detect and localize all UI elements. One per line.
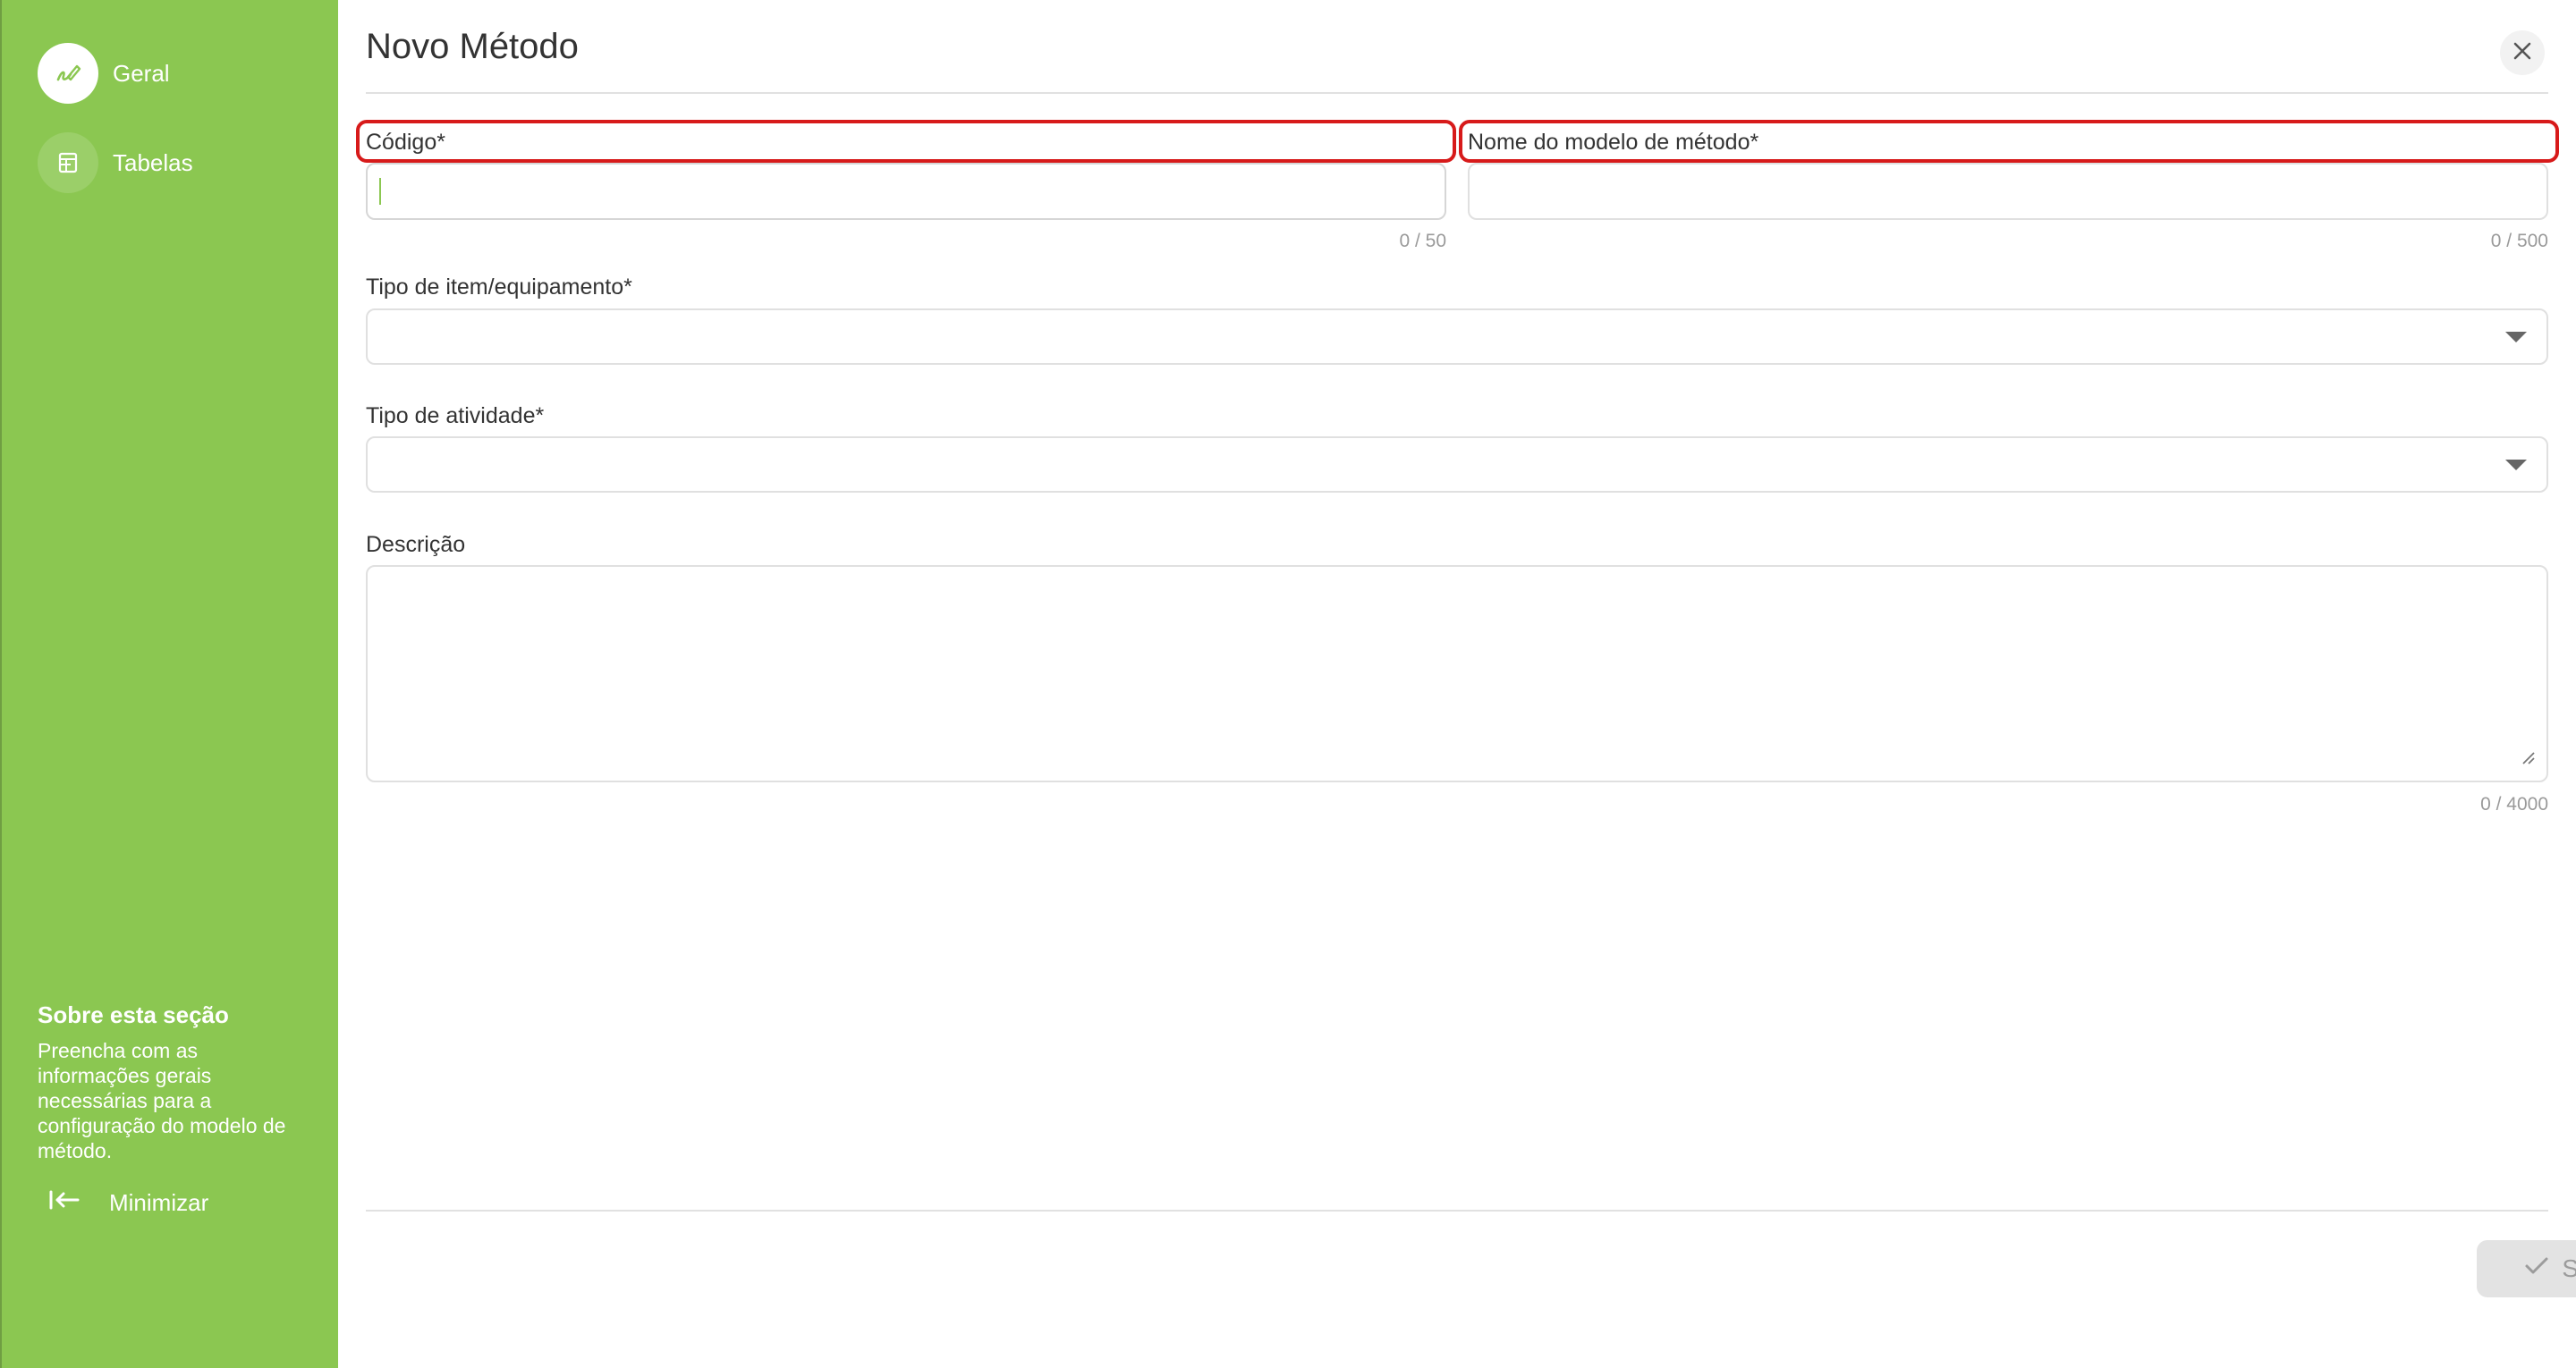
close-button[interactable] <box>2500 30 2545 75</box>
tipo-atividade-label: Tipo de atividade* <box>366 403 545 428</box>
minimize-label: Minimizar <box>109 1189 209 1216</box>
sidebar: Geral Tabelas Sobre esta seção Preencha … <box>0 0 338 1368</box>
tipo-item-label: Tipo de item/equipamento* <box>366 274 632 300</box>
descricao-counter: 0 / 4000 <box>2480 794 2548 815</box>
nome-label: Nome do modelo de método* <box>1468 130 1759 155</box>
sidebar-item-label: Geral <box>113 59 170 87</box>
page-title: Novo Método <box>366 27 579 66</box>
about-title: Sobre esta seção <box>38 1001 229 1028</box>
sidebar-item-tabelas[interactable]: Tabelas <box>38 132 193 193</box>
sidebar-item-geral[interactable]: Geral <box>38 43 170 104</box>
codigo-counter: 0 / 50 <box>1399 231 1446 251</box>
save-label: Salvar <box>2562 1254 2576 1282</box>
chevron-down-icon <box>2505 331 2527 342</box>
header-divider <box>366 92 2548 94</box>
check-icon <box>2524 1254 2549 1283</box>
descricao-label: Descrição <box>366 532 466 557</box>
app-window: Geral Tabelas Sobre esta seção Preencha … <box>0 0 2576 1368</box>
table-list-icon <box>38 132 98 193</box>
tipo-atividade-select[interactable] <box>366 436 2548 493</box>
text-caret <box>379 178 381 205</box>
pen-icon <box>38 43 98 104</box>
minimize-button[interactable]: Minimizar <box>48 1189 208 1217</box>
descricao-textarea[interactable] <box>366 565 2548 782</box>
nome-counter: 0 / 500 <box>2490 231 2548 251</box>
footer-divider <box>366 1210 2548 1212</box>
close-icon <box>2512 40 2533 66</box>
about-section: Sobre esta seção Preencha com as informa… <box>38 1001 306 1163</box>
main-panel: Novo Método Código* 0 / 50 Nome do model… <box>338 0 2576 1368</box>
resize-handle-icon[interactable] <box>2520 749 2536 770</box>
codigo-input[interactable] <box>366 163 1446 220</box>
nome-input[interactable] <box>1468 163 2548 220</box>
about-text: Preencha com as informações gerais neces… <box>38 1039 286 1162</box>
collapse-arrow-icon <box>48 1189 80 1217</box>
codigo-label: Código* <box>366 130 445 155</box>
tipo-item-select[interactable] <box>366 308 2548 365</box>
sidebar-item-label: Tabelas <box>113 148 193 176</box>
save-button[interactable]: Salvar <box>2477 1240 2576 1297</box>
codigo-label-highlight <box>356 120 1456 163</box>
chevron-down-icon <box>2505 459 2527 470</box>
